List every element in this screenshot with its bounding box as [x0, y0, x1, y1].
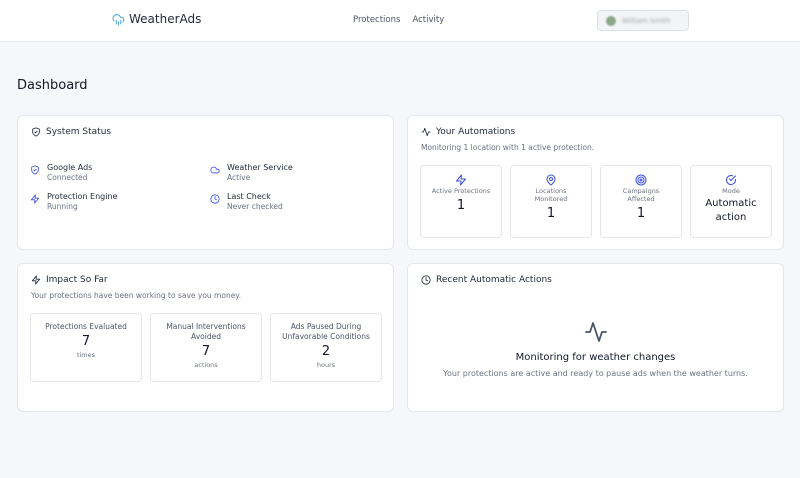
shield-icon — [30, 165, 40, 183]
status-google-ads: Google Ads Connected — [30, 163, 92, 183]
impact-label: Ads Paused During Unfavorable Conditions — [282, 322, 370, 341]
nav-protections[interactable]: Protections — [353, 15, 400, 25]
cloud-rain-icon — [112, 13, 125, 26]
impact-manual-interventions: Manual Interventions Avoided 7 actions — [150, 313, 262, 382]
activity-icon — [584, 320, 608, 344]
check-circle-icon — [725, 174, 737, 186]
impact-subtitle: Your protections have been working to sa… — [31, 291, 242, 300]
bolt-icon — [30, 194, 40, 212]
empty-state-text: Your protections are active and ready to… — [443, 369, 748, 378]
impact-unit: hours — [316, 361, 336, 369]
status-value: Connected — [47, 173, 88, 182]
recent-actions-card: Recent Automatic Actions Monitoring for … — [407, 263, 784, 412]
impact-label: Protections Evaluated — [45, 322, 127, 331]
app-logo[interactable]: WeatherAds — [112, 12, 201, 26]
bolt-icon — [31, 275, 41, 285]
impact-title: Impact So Far — [46, 275, 108, 285]
impact-protections-evaluated: Protections Evaluated 7 times — [30, 313, 142, 382]
top-navigation-bar: WeatherAds Protections Activity William … — [0, 0, 800, 42]
status-last-check: Last Check Never checked — [210, 192, 283, 212]
map-pin-icon — [545, 174, 557, 186]
empty-state: Monitoring for weather changes Your prot… — [408, 320, 783, 378]
impact-unit: actions — [194, 361, 218, 369]
impact-header: Impact So Far — [31, 275, 108, 285]
stat-label: Campaigns Affected — [622, 187, 660, 203]
status-label: Weather Service — [227, 163, 293, 172]
nav-activity[interactable]: Activity — [412, 15, 444, 25]
clock-icon — [210, 194, 220, 212]
clock-icon — [421, 275, 431, 285]
status-label: Last Check — [227, 192, 271, 201]
system-status-header: System Status — [31, 127, 111, 137]
stat-value: 1 — [456, 198, 466, 213]
automations-header: Your Automations — [421, 127, 515, 137]
stat-label: Mode — [722, 187, 740, 195]
automations-card: Your Automations Monitoring 1 location w… — [407, 115, 784, 250]
empty-state-title: Monitoring for weather changes — [515, 352, 676, 363]
page-title: Dashboard — [17, 78, 88, 93]
impact-label: Manual Interventions Avoided — [166, 322, 246, 341]
status-weather-service: Weather Service Active — [210, 163, 293, 183]
activity-icon — [421, 127, 431, 137]
stat-value: 1 — [636, 206, 646, 221]
target-icon — [635, 174, 647, 186]
status-value: Active — [227, 173, 251, 182]
status-protection-engine: Protection Engine Running — [30, 192, 117, 212]
impact-card: Impact So Far Your protections have been… — [17, 263, 394, 412]
impact-ads-paused: Ads Paused During Unfavorable Conditions… — [270, 313, 382, 382]
recent-actions-title: Recent Automatic Actions — [436, 275, 552, 285]
system-status-title: System Status — [46, 127, 112, 137]
status-label: Protection Engine — [47, 192, 118, 201]
stat-value: Automatic action — [705, 198, 757, 223]
stat-active-protections: Active Protections 1 — [420, 165, 502, 238]
status-value: Never checked — [227, 202, 283, 211]
account-menu-button[interactable]: William Smith — [597, 10, 689, 31]
stat-value: 1 — [546, 206, 556, 221]
system-status-card: System Status Google Ads Connected Weath… — [17, 115, 394, 250]
main-nav: Protections Activity — [353, 15, 444, 25]
status-value: Running — [47, 202, 78, 211]
stat-campaigns-affected: Campaigns Affected 1 — [600, 165, 682, 238]
stat-label: Active Protections — [431, 187, 491, 195]
impact-unit: times — [76, 351, 96, 359]
automations-title: Your Automations — [436, 127, 516, 137]
impact-value: 7 — [81, 334, 91, 349]
impact-value: 7 — [201, 344, 211, 359]
cloud-icon — [210, 165, 220, 183]
impact-value: 2 — [321, 344, 331, 359]
stat-label: Locations Monitored — [534, 187, 568, 203]
avatar — [606, 15, 616, 26]
account-name: William Smith — [622, 16, 671, 25]
stat-mode: Mode Automatic action — [690, 165, 772, 238]
automations-subtitle: Monitoring 1 location with 1 active prot… — [421, 143, 595, 152]
app-name: WeatherAds — [129, 12, 202, 26]
bolt-icon — [455, 174, 467, 186]
recent-actions-header: Recent Automatic Actions — [421, 275, 552, 285]
shield-check-icon — [31, 127, 41, 137]
stat-locations-monitored: Locations Monitored 1 — [510, 165, 592, 238]
status-label: Google Ads — [47, 163, 93, 172]
